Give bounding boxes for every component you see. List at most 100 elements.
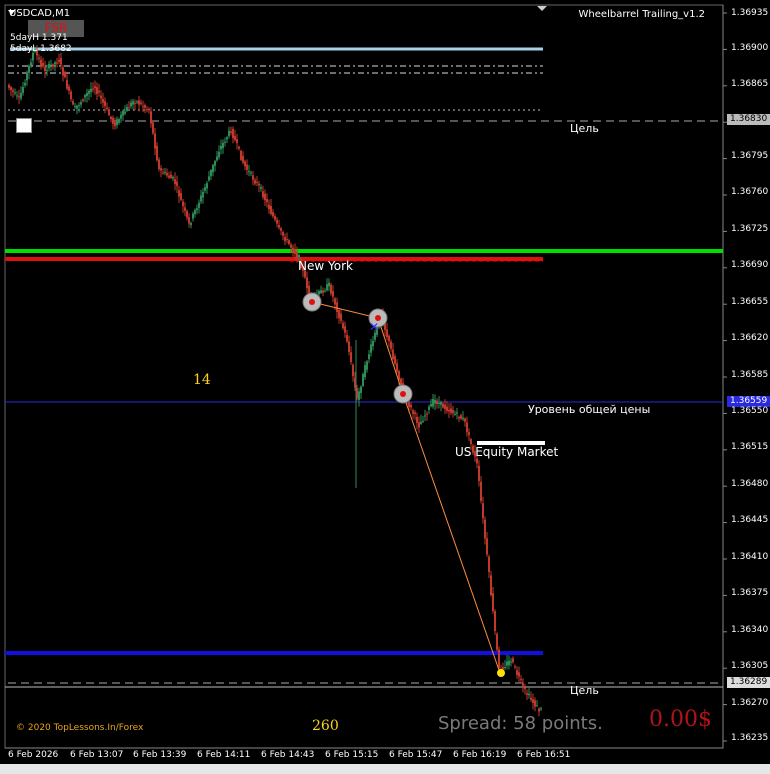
price-label: 1.36760: [731, 187, 769, 197]
candle-body: [256, 181, 258, 183]
candle-body: [104, 101, 106, 107]
candle-body: [390, 341, 392, 349]
time-label: 6 Feb 13:07: [70, 750, 124, 760]
candle-body: [10, 87, 12, 91]
candle-body: [482, 503, 484, 519]
candle-body: [64, 72, 66, 78]
candle-body: [146, 109, 148, 111]
candle-body: [226, 137, 228, 140]
time-label: 6 Feb 13:39: [133, 750, 187, 760]
candle-body: [276, 219, 278, 224]
candle-body: [30, 62, 32, 66]
candle-body: [96, 87, 98, 94]
candle-body: [88, 90, 90, 94]
candle-body: [530, 697, 532, 700]
candle-body: [250, 172, 252, 174]
candle-body: [416, 416, 418, 423]
candle-body: [506, 661, 508, 666]
small-toggle-box[interactable]: [16, 118, 32, 133]
candle-body: [214, 160, 216, 166]
candle-body: [12, 90, 14, 92]
scroll-indicator-icon[interactable]: [537, 6, 547, 11]
candle-body: [372, 340, 374, 347]
candle-body: [266, 199, 268, 203]
candle-body: [72, 101, 74, 105]
candle-body: [446, 406, 448, 411]
candle-body: [362, 374, 364, 386]
candle-body: [434, 399, 436, 404]
candle-body: [176, 181, 178, 187]
time-label: 6 Feb 14:43: [261, 750, 315, 760]
price-label: 1.36515: [731, 442, 769, 452]
candle-body: [478, 465, 480, 481]
price-label: 1.36900: [731, 43, 769, 53]
candle-body: [188, 217, 190, 224]
candle-body: [142, 106, 144, 108]
price-chart-canvas[interactable]: ✕: [0, 0, 770, 774]
candle-body: [130, 102, 132, 107]
price-label: 1.36690: [731, 260, 769, 270]
candle-body: [212, 164, 214, 173]
candle-body: [336, 302, 338, 313]
candle-body: [466, 422, 468, 433]
candle-body: [14, 92, 16, 94]
profit-label: 0.00$: [649, 707, 712, 732]
candle-body: [244, 161, 246, 167]
spread-label: Spread: 58 points.: [438, 713, 603, 734]
candle-body: [526, 693, 528, 695]
candle-body: [16, 95, 18, 97]
candle-body: [358, 391, 360, 400]
candle-body: [50, 64, 52, 66]
candle-body: [318, 291, 320, 295]
candle-body: [394, 356, 396, 364]
candle-body: [222, 142, 224, 149]
candle-body: [524, 687, 526, 689]
candle-body: [108, 109, 110, 116]
candle-body: [76, 105, 78, 109]
five-day-high-label: 5dayH 1.371: [10, 33, 68, 43]
candle-body: [486, 538, 488, 555]
price-label: 1.36655: [731, 297, 769, 307]
candle-body: [320, 290, 322, 293]
candle-body: [536, 705, 538, 707]
candle-body: [160, 168, 162, 171]
candle-body: [48, 63, 50, 69]
price-label: 1.36480: [731, 479, 769, 489]
candle-body: [420, 421, 422, 424]
candle-body: [422, 420, 424, 422]
candle-body: [490, 575, 492, 596]
candle-body: [504, 666, 506, 668]
candle-body: [324, 290, 326, 292]
candle-body: [218, 151, 220, 158]
price-label: 1.36270: [731, 698, 769, 708]
candle-body: [418, 422, 420, 428]
candle-body: [94, 86, 96, 89]
candle-body: [84, 95, 86, 98]
candle-body: [290, 244, 292, 248]
candle-body: [512, 658, 514, 663]
candle-body: [112, 117, 114, 124]
candle-body: [192, 213, 194, 219]
candle-body: [508, 660, 510, 666]
blue-arrow-icon: ✕: [369, 320, 379, 334]
expert-advisor-name: Wheelbarrel Trailing_v1.2: [578, 9, 705, 20]
price-label: 1.36865: [731, 79, 769, 89]
candle-body: [178, 190, 180, 197]
bottom-scroll-strip[interactable]: [0, 764, 770, 774]
candle-body: [60, 58, 62, 65]
common-price-label: Уровень общей цены: [528, 403, 651, 416]
candle-body: [70, 91, 72, 100]
candle-body: [480, 481, 482, 501]
candle-body: [464, 418, 466, 422]
target-label-lower: Цель: [570, 684, 599, 697]
candle-body: [264, 193, 266, 201]
candle-body: [368, 354, 370, 360]
time-label: 6 Feb 16:19: [453, 750, 507, 760]
candle-body: [366, 361, 368, 370]
candle-body: [62, 67, 64, 76]
time-label: 6 Feb 15:47: [389, 750, 443, 760]
candle-body: [386, 329, 388, 338]
candle-body: [86, 93, 88, 97]
candle-body: [364, 365, 366, 378]
candle-body: [288, 240, 290, 244]
